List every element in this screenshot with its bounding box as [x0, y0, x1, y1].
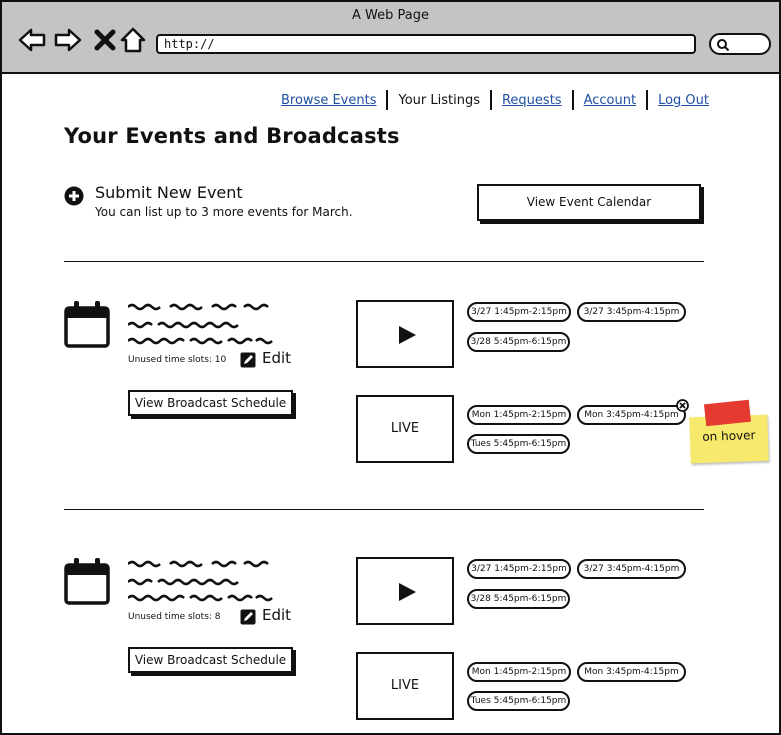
- nav-browse-events[interactable]: Browse Events: [275, 93, 382, 108]
- page-title: Your Events and Broadcasts: [64, 124, 400, 148]
- time-slot-chip[interactable]: Mon 3:45pm-4:15pm: [577, 405, 686, 425]
- time-slot-chip[interactable]: 3/28 5:45pm-6:15pm: [467, 589, 570, 609]
- time-slot-chip[interactable]: 3/28 5:45pm-6:15pm: [467, 332, 570, 352]
- unused-time-slots: Unused time slots: 8: [128, 612, 221, 622]
- browser-search-field[interactable]: [709, 33, 771, 55]
- window-title: A Web Page: [352, 8, 429, 23]
- top-navigation: Browse Events Your Listings Requests Acc…: [275, 90, 715, 110]
- submit-new-event-link[interactable]: Submit New Event: [95, 183, 243, 202]
- nav-divider: [646, 90, 649, 110]
- time-slot-chip[interactable]: 3/27 1:45pm-2:15pm: [467, 302, 571, 322]
- url-input[interactable]: http://: [156, 34, 696, 54]
- pencil-icon[interactable]: [240, 609, 256, 625]
- nav-divider: [386, 90, 389, 110]
- event-description-placeholder: [128, 578, 239, 586]
- live-broadcast-box[interactable]: LIVE: [356, 652, 454, 720]
- time-slot-chip[interactable]: Mon 1:45pm-2:15pm: [467, 405, 571, 425]
- nav-account[interactable]: Account: [578, 93, 643, 108]
- nav-requests[interactable]: Requests: [496, 93, 568, 108]
- video-player[interactable]: [356, 300, 454, 368]
- section-divider: [64, 261, 704, 262]
- nav-divider: [571, 90, 574, 110]
- nav-divider: [489, 90, 492, 110]
- play-icon[interactable]: [396, 581, 418, 603]
- time-slot-chip[interactable]: 3/27 3:45pm-4:15pm: [577, 559, 686, 579]
- event-description-placeholder: [128, 337, 273, 345]
- forward-icon[interactable]: [54, 26, 82, 54]
- time-slot-chip[interactable]: 3/27 1:45pm-2:15pm: [467, 559, 571, 579]
- browser-window: A Web Page http:// Browse Events Your Li…: [0, 0, 781, 735]
- event-description-placeholder: [128, 594, 273, 602]
- calendar-icon: [64, 558, 110, 605]
- edit-event-link[interactable]: Edit: [262, 349, 291, 367]
- section-divider: [64, 509, 704, 510]
- time-slot-chip[interactable]: Mon 1:45pm-2:15pm: [467, 662, 571, 682]
- nav-log-out[interactable]: Log Out: [652, 93, 715, 108]
- event-listing: Unused time slots: 8 Edit View Broadcast…: [2, 557, 781, 735]
- event-description-placeholder: [128, 321, 239, 329]
- time-slot-chip[interactable]: 3/27 3:45pm-4:15pm: [577, 302, 686, 322]
- view-event-calendar-button[interactable]: View Event Calendar: [477, 184, 701, 221]
- home-icon[interactable]: [119, 26, 147, 54]
- video-player[interactable]: [356, 557, 454, 625]
- time-slot-chip[interactable]: Tues 5:45pm-6:15pm: [467, 434, 570, 454]
- event-listing: Unused time slots: 10 Edit View Broadcas…: [2, 300, 781, 480]
- sticky-note-text: on hover: [702, 428, 756, 444]
- time-slot-chip[interactable]: Mon 3:45pm-4:15pm: [577, 662, 686, 682]
- view-broadcast-schedule-button[interactable]: View Broadcast Schedule: [128, 390, 293, 416]
- nav-your-listings[interactable]: Your Listings: [392, 93, 486, 108]
- time-slot-chip[interactable]: Tues 5:45pm-6:15pm: [467, 691, 570, 711]
- search-icon: [717, 39, 730, 52]
- event-title-placeholder: [128, 303, 269, 311]
- browser-titlebar: A Web Page http://: [2, 2, 779, 74]
- pencil-icon[interactable]: [240, 352, 256, 368]
- back-icon[interactable]: [18, 26, 46, 54]
- add-circle-icon[interactable]: [64, 186, 84, 206]
- stop-icon[interactable]: [92, 26, 120, 54]
- live-broadcast-box[interactable]: LIVE: [356, 395, 454, 463]
- edit-event-link[interactable]: Edit: [262, 606, 291, 624]
- remove-slot-icon[interactable]: [676, 399, 689, 412]
- view-broadcast-schedule-button[interactable]: View Broadcast Schedule: [128, 647, 293, 673]
- unused-time-slots: Unused time slots: 10: [128, 355, 227, 365]
- event-title-placeholder: [128, 560, 269, 568]
- calendar-icon: [64, 301, 110, 348]
- sticky-note-tape: [703, 399, 752, 427]
- play-icon[interactable]: [396, 324, 418, 346]
- event-quota-text: You can list up to 3 more events for Mar…: [95, 205, 353, 219]
